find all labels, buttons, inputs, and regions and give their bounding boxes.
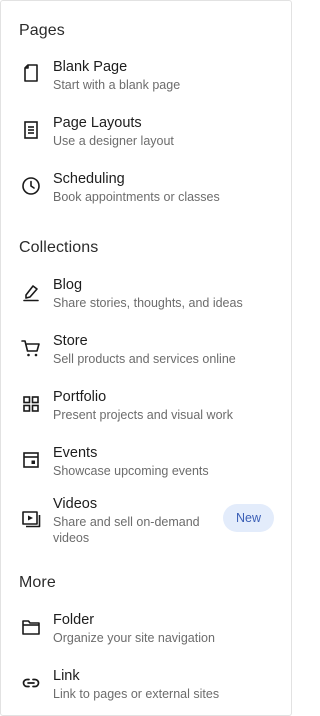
- item-subtitle: Start with a blank page: [53, 78, 181, 92]
- item-title: Link: [53, 668, 80, 684]
- item-title: Store: [53, 333, 88, 349]
- item-title: Page Layouts: [53, 115, 142, 131]
- item-subtitle: Showcase upcoming events: [53, 464, 209, 478]
- item-title: Blog: [53, 277, 83, 293]
- menu-item-link[interactable]: Link Link to pages or external sites: [1, 667, 291, 713]
- item-subtitle: Book appointments or classes: [53, 190, 220, 204]
- item-subtitle: Use a designer layout: [53, 134, 174, 148]
- menu-item-videos[interactable]: Videos Share and sell on-demand videos N…: [1, 495, 291, 547]
- item-subtitle: Share and sell on-demand videos: [53, 515, 200, 545]
- blog-pen-icon: [20, 281, 42, 303]
- menu-item-portfolio[interactable]: Portfolio Present projects and visual wo…: [1, 388, 291, 434]
- grid-icon: [20, 393, 42, 415]
- item-title: Events: [53, 445, 98, 461]
- calendar-icon: [20, 449, 42, 471]
- blank-page-icon: [20, 62, 42, 84]
- item-title: Videos: [53, 496, 98, 512]
- section-title-more: More: [19, 574, 56, 591]
- item-title: Blank Page: [53, 59, 128, 75]
- clock-icon: [20, 175, 42, 197]
- item-title: Portfolio: [53, 389, 107, 405]
- section-title-pages: Pages: [19, 22, 65, 39]
- new-badge: New: [223, 504, 274, 532]
- cart-icon: [20, 337, 42, 359]
- section-title-collections: Collections: [19, 239, 99, 256]
- item-subtitle: Sell products and services online: [53, 352, 236, 366]
- menu-item-scheduling[interactable]: Scheduling Book appointments or classes: [1, 170, 291, 216]
- video-icon: [20, 508, 42, 530]
- add-page-panel: Pages Blank Page Start with a blank page…: [0, 0, 292, 716]
- menu-item-page-layouts[interactable]: Page Layouts Use a designer layout: [1, 114, 291, 160]
- page-layouts-icon: [20, 119, 42, 141]
- item-title: Scheduling: [53, 171, 125, 187]
- item-title: Folder: [53, 612, 95, 628]
- item-subtitle: Share stories, thoughts, and ideas: [53, 296, 243, 310]
- menu-item-store[interactable]: Store Sell products and services online: [1, 332, 291, 378]
- menu-item-folder[interactable]: Folder Organize your site navigation: [1, 611, 291, 657]
- item-subtitle: Present projects and visual work: [53, 408, 233, 422]
- folder-icon: [20, 616, 42, 638]
- item-subtitle: Link to pages or external sites: [53, 687, 220, 701]
- menu-item-blog[interactable]: Blog Share stories, thoughts, and ideas: [1, 276, 291, 322]
- menu-item-events[interactable]: Events Showcase upcoming events: [1, 444, 291, 490]
- item-subtitle: Organize your site navigation: [53, 631, 215, 645]
- link-icon: [20, 672, 42, 694]
- menu-item-blank-page[interactable]: Blank Page Start with a blank page: [1, 58, 291, 104]
